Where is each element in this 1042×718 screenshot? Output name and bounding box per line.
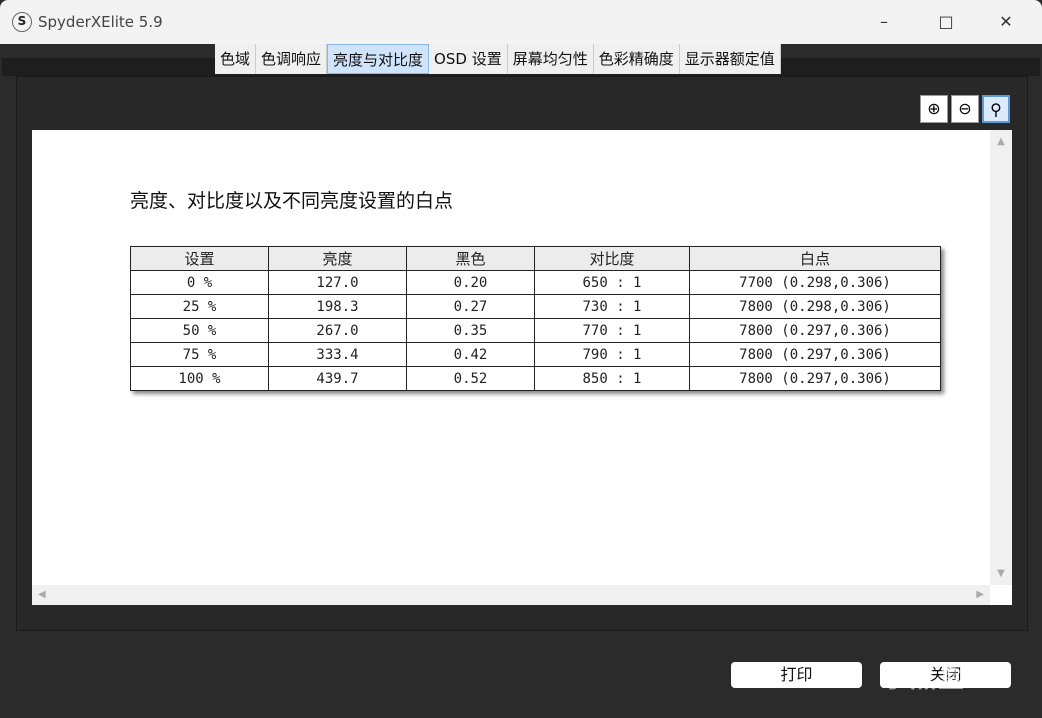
tab-bar: 色域 色调响应 亮度与对比度 OSD 设置 屏幕均匀性 色彩精确度 显示器额定值 <box>215 44 781 74</box>
zoom-fit-icon[interactable]: ⚲ <box>982 95 1010 123</box>
table-cell: 100 % <box>130 366 269 391</box>
table-cell: 7700 (0.298,0.306) <box>689 270 941 295</box>
close-window-button[interactable]: ✕ <box>986 8 1026 36</box>
brightness-table: 设置 亮度 黑色 对比度 白点 0 % 127.0 0.20 650 : 1 7700 … <box>130 246 941 391</box>
table-cell: 333.4 <box>268 342 407 367</box>
table-cell: 730 : 1 <box>534 294 690 319</box>
tab-display-rating[interactable]: 显示器额定值 <box>680 44 781 74</box>
table-cell: 198.3 <box>268 294 407 319</box>
zoom-in-icon[interactable]: ⊕ <box>920 95 948 123</box>
window-title: SpyderXElite 5.9 <box>38 13 163 31</box>
table-cell: 0.52 <box>406 366 535 391</box>
col-header: 对比度 <box>534 246 690 271</box>
tab-brightness-contrast[interactable]: 亮度与对比度 <box>327 44 430 74</box>
tab-tone-response[interactable]: 色调响应 <box>256 44 328 74</box>
print-button[interactable]: 打印 <box>731 662 862 688</box>
table-cell: 127.0 <box>268 270 407 295</box>
table-cell: 0.35 <box>406 318 535 343</box>
tab-osd-settings[interactable]: OSD 设置 <box>429 44 508 74</box>
table-cell: 0.42 <box>406 342 535 367</box>
table-cell: 439.7 <box>268 366 407 391</box>
col-header: 黑色 <box>406 246 535 271</box>
report-view: 亮度、对比度以及不同亮度设置的白点 设置 亮度 黑色 对比度 白点 0 % 127… <box>32 130 1012 605</box>
table-cell: 7800 (0.297,0.306) <box>689 366 941 391</box>
tab-color-accuracy[interactable]: 色彩精确度 <box>594 44 680 74</box>
vertical-scrollbar[interactable]: ▲ ▼ <box>990 130 1012 585</box>
table-cell: 25 % <box>130 294 269 319</box>
tab-gamut[interactable]: 色域 <box>215 44 257 74</box>
table-row: 0 % 127.0 0.20 650 : 1 7700 (0.298,0.306) <box>130 270 941 295</box>
table-cell: 0 % <box>130 270 269 295</box>
report-heading: 亮度、对比度以及不同亮度设置的白点 <box>130 190 454 212</box>
maximize-button[interactable]: □ <box>926 8 966 36</box>
col-header: 设置 <box>130 246 269 271</box>
minimize-button[interactable]: – <box>864 8 904 36</box>
app-logo-icon: S <box>12 12 32 32</box>
table-cell: 7800 (0.297,0.306) <box>689 342 941 367</box>
table-cell: 650 : 1 <box>534 270 690 295</box>
table-cell: 770 : 1 <box>534 318 690 343</box>
table-row: 25 % 198.3 0.27 730 : 1 7800 (0.298,0.306) <box>130 294 941 319</box>
tab-uniformity[interactable]: 屏幕均匀性 <box>508 44 594 74</box>
table-cell: 850 : 1 <box>534 366 690 391</box>
title-bar: S SpyderXElite 5.9 – □ ✕ <box>0 0 1042 44</box>
table-row: 100 % 439.7 0.52 850 : 1 7800 (0.297,0.306) <box>130 366 941 391</box>
zoom-out-icon[interactable]: ⊖ <box>951 95 979 123</box>
table-cell: 50 % <box>130 318 269 343</box>
table-cell: 267.0 <box>268 318 407 343</box>
table-cell: 75 % <box>130 342 269 367</box>
watermark-logo: 小黑盒 <box>882 664 967 694</box>
table-cell: 7800 (0.298,0.306) <box>689 294 941 319</box>
col-header: 白点 <box>689 246 941 271</box>
table-row: 75 % 333.4 0.42 790 : 1 7800 (0.297,0.306) <box>130 342 941 367</box>
table-cell: 0.20 <box>406 270 535 295</box>
table-cell: 0.27 <box>406 294 535 319</box>
table-row: 50 % 267.0 0.35 770 : 1 7800 (0.297,0.306) <box>130 318 941 343</box>
table-cell: 790 : 1 <box>534 342 690 367</box>
col-header: 亮度 <box>268 246 407 271</box>
horizontal-scrollbar[interactable]: ◀ ▶ <box>32 585 990 605</box>
table-cell: 7800 (0.297,0.306) <box>689 318 941 343</box>
